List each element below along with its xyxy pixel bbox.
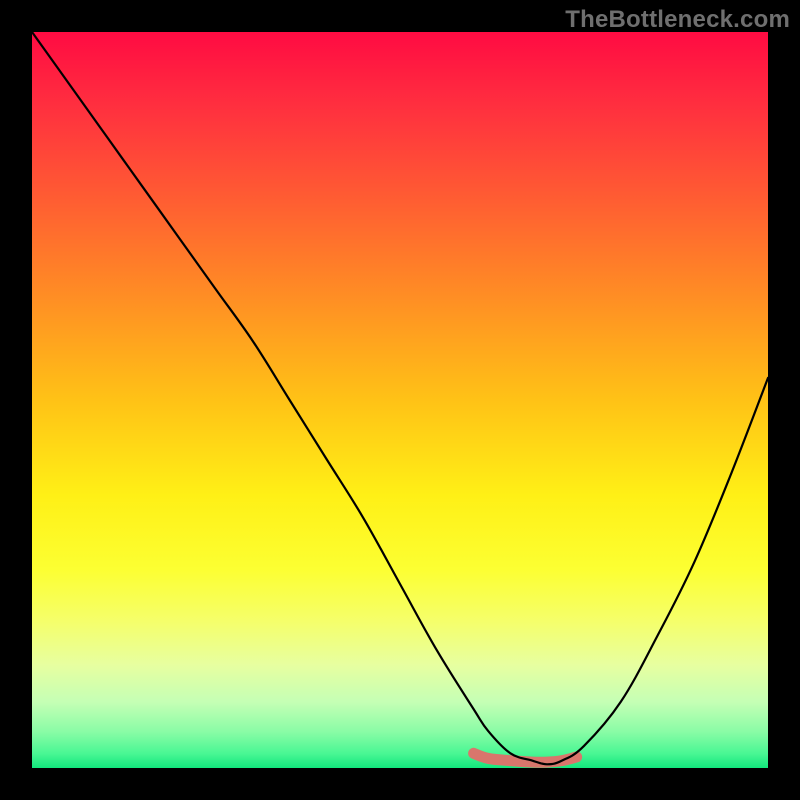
chart-frame: TheBottleneck.com: [0, 0, 800, 800]
bottleneck-curve: [32, 32, 768, 764]
watermark-text: TheBottleneck.com: [565, 6, 790, 34]
plot-area: [32, 32, 768, 768]
curve-svg: [32, 32, 768, 768]
